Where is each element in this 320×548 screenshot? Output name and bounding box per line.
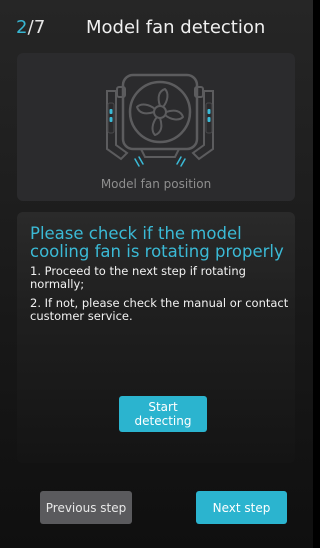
airflow-icon <box>134 156 186 167</box>
instruction-list: 1. Proceed to the next step if rotating … <box>30 265 292 329</box>
previous-step-button[interactable]: Previous step <box>40 491 132 524</box>
step-current: 2 <box>16 17 28 38</box>
fan-position-card: Model fan position <box>17 53 295 201</box>
screen: 2/7 Model fan detection Model fan positi… <box>0 0 313 548</box>
page-title: Model fan detection <box>86 17 266 38</box>
next-step-button[interactable]: Next step <box>196 491 287 524</box>
fan-position-caption: Model fan position <box>100 177 212 191</box>
instruction-line-2: 2. If not, please check the manual or co… <box>30 296 289 323</box>
step-indicator: 2/7 <box>16 17 46 39</box>
instruction-line-1: 1. Proceed to the next step if rotating … <box>30 264 246 291</box>
instruction-headline: Please check if the model cooling fan is… <box>30 224 284 261</box>
header: 2/7 Model fan detection <box>0 0 313 48</box>
step-total: 7 <box>33 17 46 38</box>
start-detecting-button[interactable]: Start detecting <box>119 396 207 432</box>
instruction-card: Please check if the model cooling fan is… <box>17 212 295 463</box>
